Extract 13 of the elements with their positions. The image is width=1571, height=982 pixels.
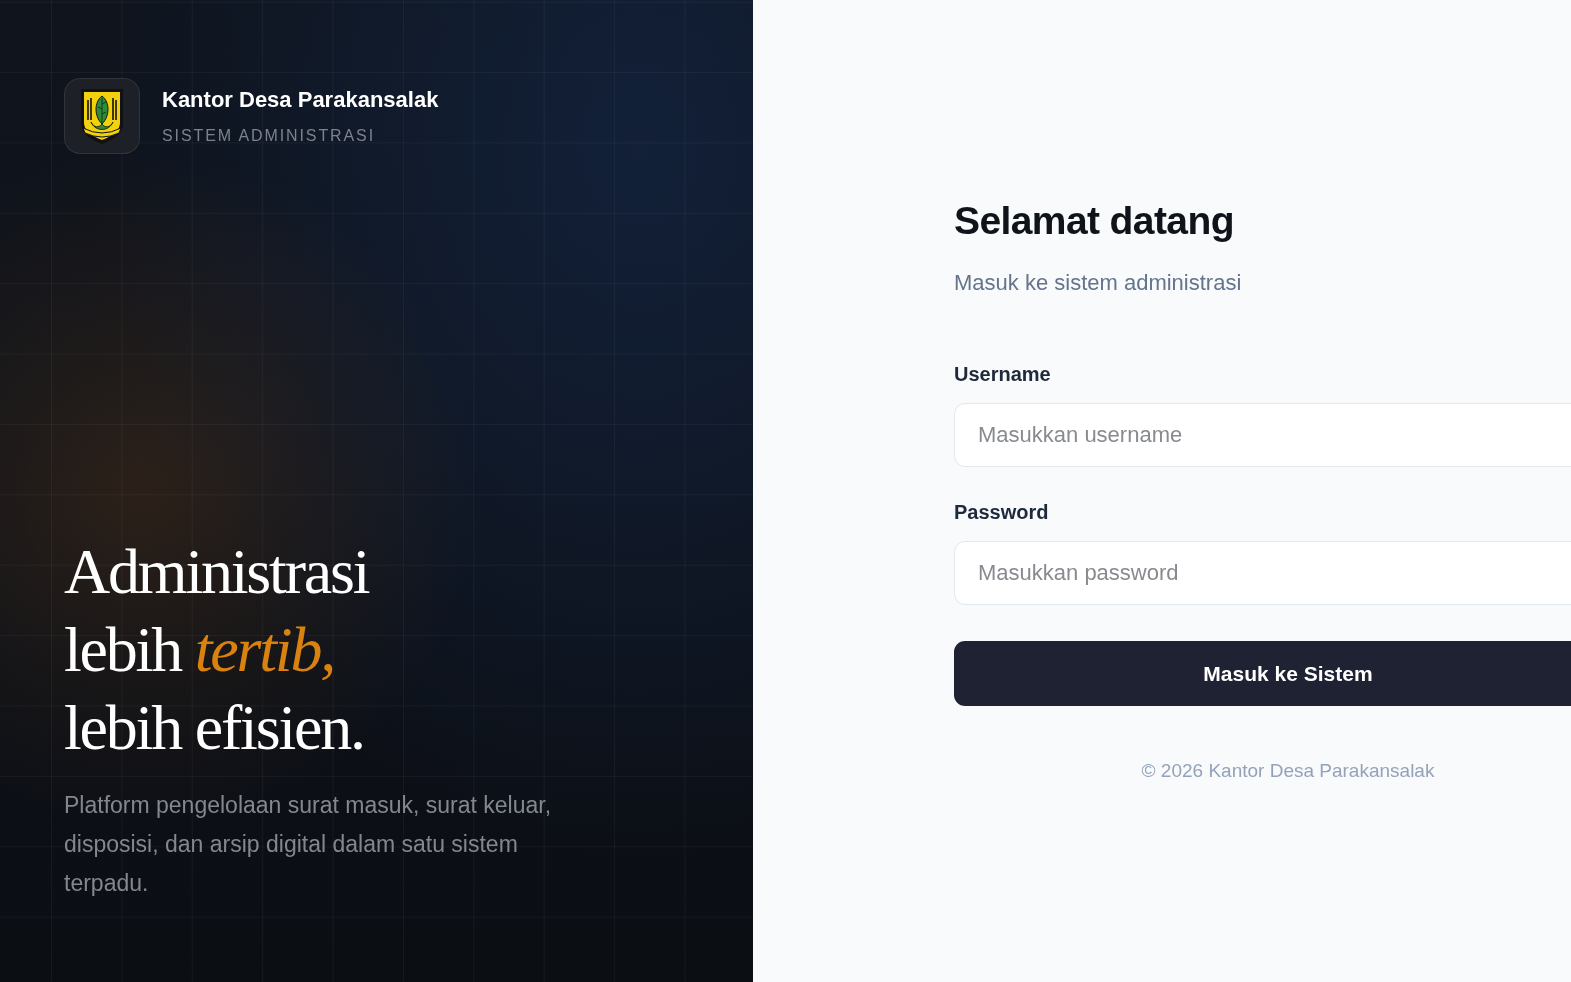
field-label: Username bbox=[954, 362, 1052, 387]
field-label: Password bbox=[954, 500, 1050, 525]
brand-tagline: SISTEM ADMINISTRASI bbox=[162, 125, 376, 146]
emblem-icon bbox=[64, 78, 140, 154]
login-button[interactable]: Masuk ke Sistem bbox=[954, 641, 1571, 706]
input-field[interactable]: Masukkan username bbox=[954, 403, 1571, 467]
input-field[interactable]: Masukkan password bbox=[954, 541, 1571, 605]
login-subtitle: Masuk ke sistem administrasi bbox=[954, 269, 1243, 297]
hero-headline: Administrasi lebih tertib, lebih efisien. bbox=[64, 535, 369, 765]
login-title: Selamat datang bbox=[954, 198, 1235, 244]
hero-description: Platform pengelolaan surat masuk, surat keluar, disposisi, dan arsip digital dalam satu sistem terpadu. bbox=[64, 791, 553, 898]
copyright-text: © 2026 Kantor Desa Parakansalak bbox=[1140, 759, 1436, 783]
brand-name: Kantor Desa Parakansalak bbox=[162, 85, 439, 114]
